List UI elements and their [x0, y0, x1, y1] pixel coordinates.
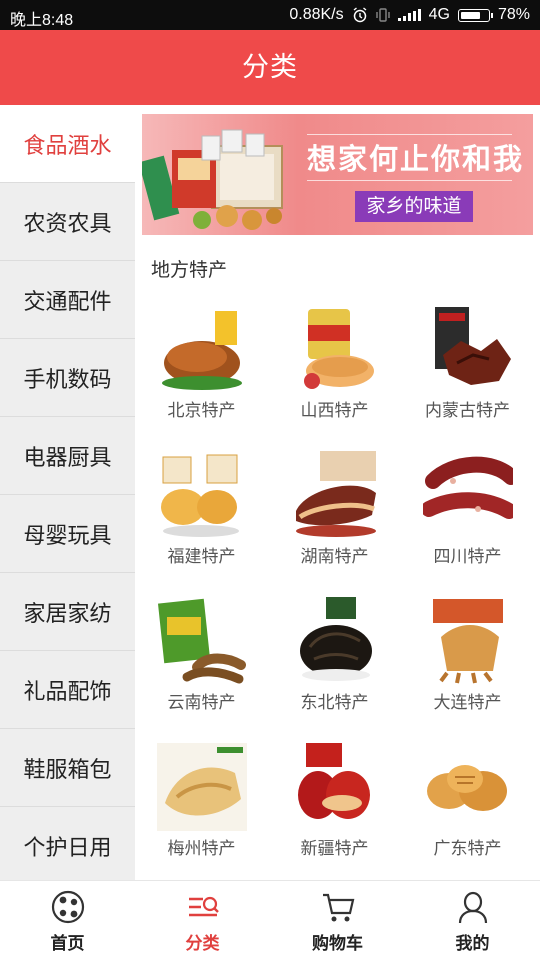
- banner-divider: [307, 180, 512, 181]
- tab-label: 购物车: [312, 934, 363, 954]
- product-item[interactable]: 山西特产: [268, 300, 401, 440]
- product-item[interactable]: 大连特产: [401, 592, 534, 732]
- product-label: 福建特产: [167, 547, 236, 567]
- network-speed: 0.88K/s: [289, 6, 344, 23]
- product-item[interactable]: 广东特产: [401, 738, 534, 878]
- red-dates-image: [298, 743, 370, 819]
- product-label: 梅州特产: [167, 839, 236, 859]
- product-item[interactable]: 湖南特产: [268, 446, 401, 586]
- product-label: 山西特产: [300, 401, 369, 421]
- user-icon: [458, 891, 487, 924]
- sausage-image: [423, 456, 513, 519]
- bottom-tab-bar: 首页 分类 购物车 我的: [0, 880, 540, 961]
- sidebar-item[interactable]: 电器厨具: [0, 417, 135, 495]
- category-sidebar: 食品酒水 农资农具 交通配件 手机数码 电器厨具 母婴玩具 家居家纺 礼品配饰 鞋服箱包 个护日用: [0, 105, 135, 885]
- sidebar-item[interactable]: 食品酒水: [0, 105, 135, 183]
- sidebar-item[interactable]: 鞋服箱包: [0, 729, 135, 807]
- banner-title: 想家何止你和我: [307, 142, 525, 176]
- sidebar-item[interactable]: 交通配件: [0, 261, 135, 339]
- black-fungus-image: [300, 597, 372, 681]
- sidebar-item[interactable]: 手机数码: [0, 339, 135, 417]
- tab-label: 分类: [185, 934, 220, 954]
- promo-banner[interactable]: 想家何止你和我 家乡的味道: [142, 114, 533, 235]
- sidebar-item[interactable]: 家居家纺: [0, 573, 135, 651]
- tab-label: 首页: [50, 934, 85, 954]
- sidebar-item[interactable]: 礼品配饰: [0, 651, 135, 729]
- tab-user[interactable]: 我的: [405, 881, 540, 961]
- product-label: 云南特产: [167, 693, 236, 713]
- product-label: 大连特产: [433, 693, 502, 713]
- product-label: 广东特产: [433, 839, 502, 859]
- product-item[interactable]: 北京特产: [135, 300, 268, 440]
- tamarind-image: [157, 598, 246, 684]
- product-label: 东北特产: [300, 693, 369, 713]
- product-label: 湖南特产: [300, 547, 369, 567]
- tab-category[interactable]: 分类: [135, 881, 270, 961]
- signal-icon: [397, 9, 421, 21]
- sidebar-item[interactable]: 农资农具: [0, 183, 135, 261]
- product-item[interactable]: 云南特产: [135, 592, 268, 732]
- cured-meat-image: [296, 451, 376, 537]
- banner-divider: [307, 134, 512, 135]
- product-label: 内蒙古特产: [425, 401, 510, 421]
- biscuit-image: [427, 765, 507, 811]
- tab-label: 我的: [455, 934, 490, 954]
- alarm-icon: [353, 7, 367, 23]
- roast-duck-image: [162, 311, 242, 390]
- battery-icon: [457, 8, 493, 22]
- pastry-image: [161, 454, 239, 537]
- category-icon: [188, 896, 219, 917]
- sidebar-item[interactable]: 母婴玩具: [0, 495, 135, 573]
- product-item[interactable]: 内蒙古特产: [401, 300, 534, 440]
- product-label: 北京特产: [167, 401, 236, 421]
- vibrate-icon: [375, 8, 390, 22]
- product-item[interactable]: 东北特产: [268, 592, 401, 732]
- category-content: 想家何止你和我 家乡的味道 地方特产 北京特产 山西特产 内蒙古特产福建特产 湖南特产…: [135, 105, 540, 880]
- tab-cart[interactable]: 购物车: [270, 881, 405, 961]
- product-item[interactable]: 福建特产: [135, 446, 268, 586]
- product-item[interactable]: 四川特产: [401, 446, 534, 586]
- sidebar-item[interactable]: 个护日用: [0, 807, 135, 885]
- product-label: 新疆特产: [300, 839, 369, 859]
- status-indicators: 0.88K/s 4G 78%: [289, 6, 530, 24]
- gift-box-image: [142, 129, 283, 230]
- product-label: 四川特产: [433, 547, 502, 567]
- battery-level: 78%: [497, 6, 530, 23]
- dried-beef-image: [435, 307, 511, 385]
- status-bar: 晚上8:48 0.88K/s 4G 78%: [0, 0, 540, 30]
- status-time: 晚上8:48: [10, 12, 74, 29]
- cart-icon: [322, 893, 354, 922]
- salt-chicken-image: [157, 743, 247, 831]
- product-item[interactable]: 新疆特产: [268, 738, 401, 878]
- product-item[interactable]: 梅州特产: [135, 738, 268, 878]
- network-type: 4G: [428, 6, 450, 23]
- home-icon: [51, 890, 84, 924]
- page-title: 分类: [0, 30, 540, 105]
- snack-can-image: [304, 309, 374, 389]
- banner-subtitle: 家乡的味道: [355, 191, 473, 222]
- squid-image: [433, 599, 503, 684]
- section-title: 地方特产: [151, 259, 228, 281]
- tab-home[interactable]: 首页: [0, 881, 135, 961]
